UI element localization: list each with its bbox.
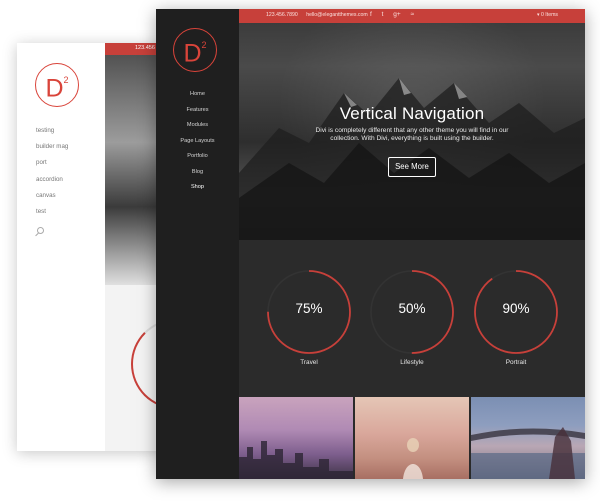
back-nav-item[interactable]: canvas — [36, 191, 68, 207]
stat-value: 90% — [502, 301, 530, 316]
nav-item-portfolio[interactable]: Portfolio — [156, 151, 239, 167]
back-logo-letter: D — [45, 74, 64, 103]
rss-icon[interactable]: ≈ — [410, 11, 414, 18]
email-address[interactable]: hello@elegantthemes.com — [306, 12, 368, 18]
bridge-image — [471, 427, 585, 479]
phone-number[interactable]: 123.456.7890 — [266, 12, 298, 18]
see-more-button[interactable]: See More — [388, 157, 436, 177]
gallery-image-portrait[interactable] — [355, 397, 469, 479]
sidebar: D2 Home Features Modules Page Layouts Po… — [156, 9, 239, 479]
back-nav: testing builder mag port accordion canva… — [36, 126, 68, 223]
back-nav-item[interactable]: accordion — [36, 175, 68, 191]
logo-sup: 2 — [201, 40, 207, 50]
back-nav-item[interactable]: testing — [36, 126, 68, 142]
stat-value: 50% — [398, 301, 426, 316]
back-nav-item[interactable]: builder mag — [36, 142, 68, 158]
portrait-image — [403, 438, 423, 479]
hero-section: Vertical Navigation Divi is completely d… — [239, 23, 585, 240]
nav-item-home[interactable]: Home — [156, 89, 239, 105]
back-nav-item[interactable]: test — [36, 207, 68, 223]
nav-item-blog[interactable]: Blog — [156, 167, 239, 183]
back-logo[interactable]: D2 — [35, 63, 79, 107]
back-topbar-phone: 123.456 — [135, 45, 155, 51]
hero-title: Vertical Navigation — [339, 104, 485, 123]
back-logo-sup: 2 — [63, 75, 69, 85]
stat-value: 75% — [295, 301, 323, 316]
gallery-image-bridge[interactable] — [471, 397, 585, 479]
circle-counter-lifestyle: 50% Lifestyle — [368, 268, 456, 378]
circle-counter-portrait: 90% Portrait — [472, 268, 560, 378]
back-sidebar: D2 testing builder mag port accordion ca… — [17, 43, 105, 451]
stat-label: Lifestyle — [400, 359, 424, 366]
search-icon[interactable] — [37, 227, 44, 234]
stat-label: Portrait — [505, 359, 527, 366]
image-gallery — [239, 397, 585, 479]
logo-letter: D — [183, 39, 202, 68]
social-icons: f t g+ ≈ — [370, 11, 422, 18]
nav-item-shop[interactable]: Shop — [156, 182, 239, 198]
cart-count: 0 Items — [540, 12, 558, 18]
nav-item-modules[interactable]: Modules — [156, 120, 239, 136]
stat-label: Travel — [300, 359, 318, 366]
nav-item-page-layouts[interactable]: Page Layouts — [156, 136, 239, 152]
facebook-icon[interactable]: f — [370, 11, 372, 18]
front-site-mockup: D2 Home Features Modules Page Layouts Po… — [156, 9, 585, 479]
stats-section: 75% Travel 50% Lifestyle 90% Portrait — [239, 240, 585, 397]
city-skyline-image — [239, 441, 353, 479]
nav-item-features[interactable]: Features — [156, 105, 239, 121]
google-plus-icon[interactable]: g+ — [393, 11, 400, 18]
back-nav-item[interactable]: port — [36, 158, 68, 174]
logo[interactable]: D2 — [173, 28, 217, 72]
hero-description: Divi is completely different that any ot… — [315, 127, 509, 143]
twitter-icon[interactable]: t — [382, 11, 384, 18]
contact-info: 123.456.7890 hello@elegantthemes.com — [266, 12, 375, 18]
circle-counter-travel: 75% Travel — [265, 268, 353, 378]
gallery-image-city[interactable] — [239, 397, 353, 479]
vertical-nav: Home Features Modules Page Layouts Portf… — [156, 89, 239, 198]
topbar: 123.456.7890 hello@elegantthemes.com f t… — [239, 9, 585, 23]
cart-link[interactable]: ▾ 0 Items — [537, 12, 558, 18]
